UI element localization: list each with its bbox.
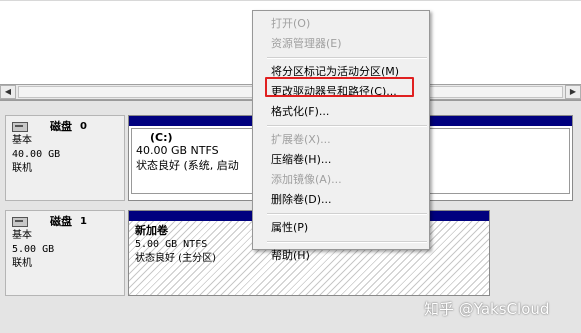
context-menu: 打开(O) 资源管理器(E) 将分区标记为活动分区(M) 更改驱动器号和路径(C… (252, 10, 430, 262)
highlight-box (265, 77, 414, 97)
disk-info-0[interactable]: 磁盘 0 基本 40.00 GB 联机 (5, 115, 125, 201)
disk-icon (12, 122, 28, 132)
disk-icon (12, 217, 28, 227)
menu-item-explorer[interactable]: 资源管理器(E) (253, 34, 429, 54)
menu-separator (267, 125, 427, 127)
disk-number: 1 (80, 216, 87, 227)
disk-type: 基本 (12, 230, 32, 241)
scroll-right-button[interactable]: ▶ (565, 85, 581, 99)
disk-number: 0 (80, 121, 87, 132)
menu-item-format[interactable]: 格式化(F)... (253, 102, 429, 122)
menu-item-properties[interactable]: 属性(P) (253, 218, 429, 238)
disk-status: 联机 (12, 258, 32, 269)
menu-item-help[interactable]: 帮助(H) (253, 246, 429, 266)
scroll-left-button[interactable]: ◀ (0, 85, 16, 99)
disk-name: 磁盘 (50, 215, 72, 228)
disk-name: 磁盘 (50, 120, 72, 133)
menu-item-add-mirror[interactable]: 添加镜像(A)... (253, 170, 429, 190)
disk-type: 基本 (12, 135, 32, 146)
menu-separator (267, 213, 427, 215)
watermark: 知乎 @YaksCloud (424, 300, 550, 318)
menu-item-open[interactable]: 打开(O) (253, 14, 429, 34)
menu-separator (267, 241, 427, 243)
menu-item-delete-volume[interactable]: 删除卷(D)... (253, 190, 429, 210)
menu-item-extend-volume[interactable]: 扩展卷(X)... (253, 130, 429, 150)
menu-item-shrink-volume[interactable]: 压缩卷(H)... (253, 150, 429, 170)
disk-status: 联机 (12, 163, 32, 174)
disk-size: 5.00 GB (12, 244, 55, 255)
disk-size: 40.00 GB (12, 149, 61, 160)
menu-separator (267, 57, 427, 59)
disk-info-1[interactable]: 磁盘 1 基本 5.00 GB 联机 (5, 210, 125, 296)
